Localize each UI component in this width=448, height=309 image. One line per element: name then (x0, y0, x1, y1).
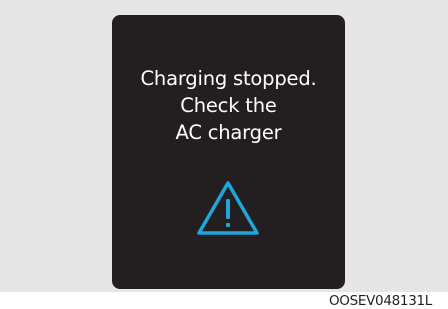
figure-background: Charging stopped. Check the AC charger (0, 0, 448, 292)
cluster-display: Charging stopped. Check the AC charger (112, 15, 345, 289)
message-line-2: Check the (180, 94, 277, 117)
warning-message: Charging stopped. Check the AC charger (112, 65, 345, 146)
figure-code: OOSEV048131L (328, 293, 432, 309)
message-line-1: Charging stopped. (140, 67, 317, 90)
warning-triangle-icon (197, 181, 259, 235)
message-line-3: AC charger (175, 121, 282, 144)
